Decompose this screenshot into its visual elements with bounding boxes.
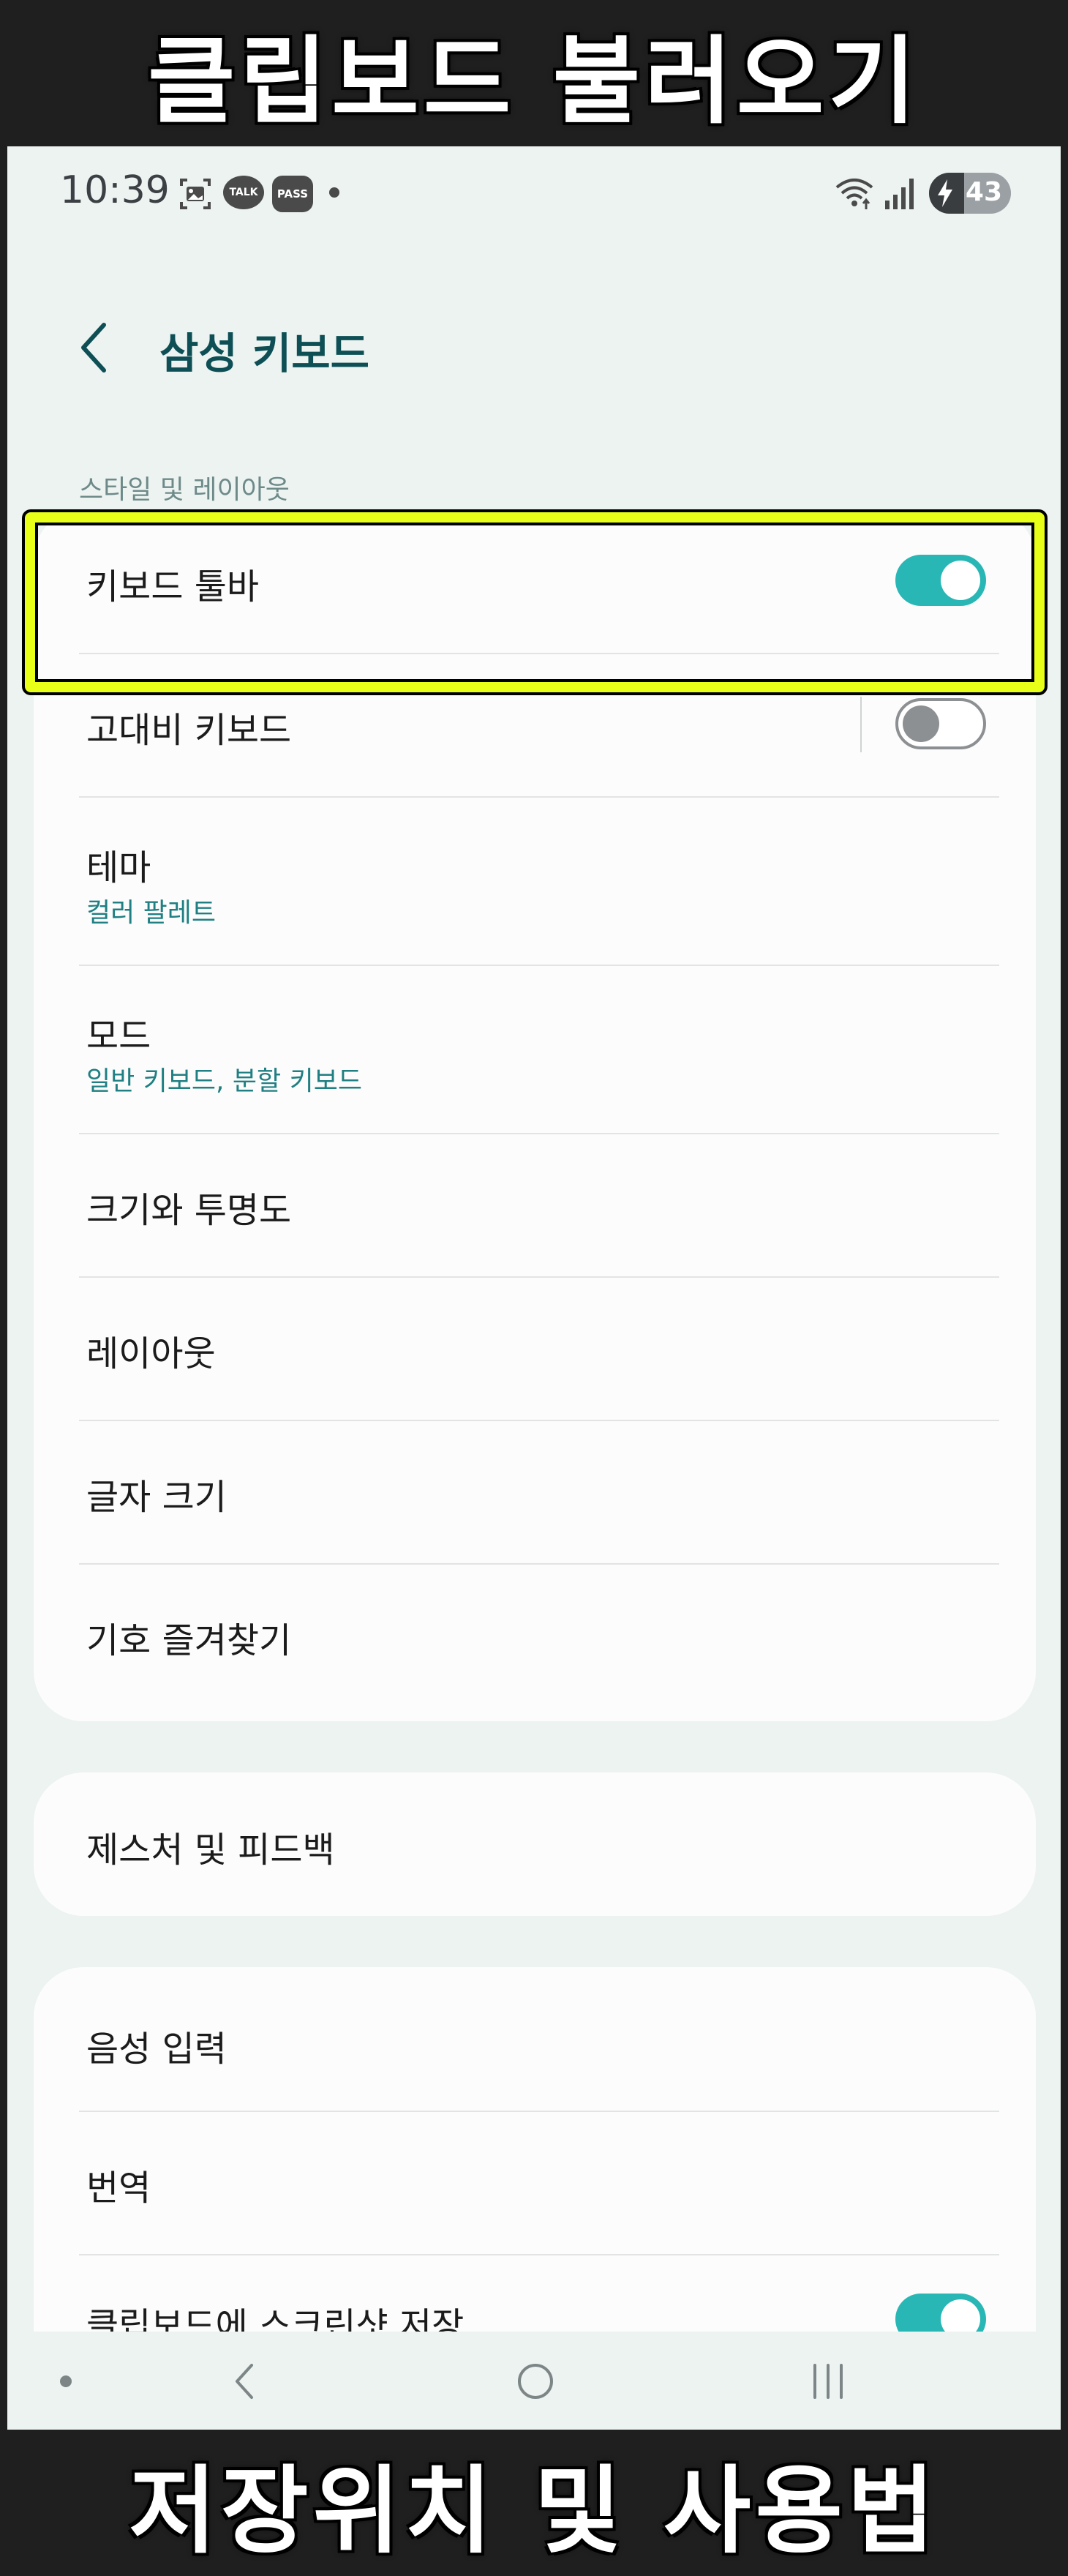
status-bar: 10:39 TALK PASS 43 — [7, 146, 1061, 242]
nav-recent-icon[interactable] — [808, 2361, 849, 2402]
setting-title: 레이아웃 — [86, 1333, 216, 1374]
section-header: 스타일 및 레이아웃 — [79, 475, 290, 505]
phone-screen: 10:39 TALK PASS 43 삼성 키보드 스타일 및 레이아웃 키보드… — [7, 146, 1061, 2430]
toggle-separator — [860, 697, 862, 752]
setting-title: 고대비 키보드 — [86, 710, 292, 751]
setting-title: 기호 즐겨찾기 — [86, 1620, 292, 1661]
wifi-icon — [835, 179, 873, 209]
bottom-banner: 저장위치 및 사용법 — [0, 2430, 1068, 2576]
setting-title: 음성 입력 — [86, 2029, 227, 2070]
setting-title: 모드 — [86, 1016, 151, 1057]
setting-title: 크기와 투명도 — [86, 1190, 292, 1231]
bottom-banner-text: 저장위치 및 사용법 — [129, 2455, 939, 2566]
top-banner: 클립보드 불러오기 — [0, 0, 1068, 146]
high-contrast-toggle[interactable] — [895, 698, 986, 749]
notification-dot-icon — [329, 187, 339, 198]
setting-row-translate[interactable]: 번역 — [34, 2112, 1036, 2254]
top-banner-text: 클립보드 불러오기 — [147, 26, 921, 137]
setting-row-voice[interactable]: 음성 입력 — [34, 1967, 1036, 2111]
battery-indicator: 43 — [929, 173, 1011, 214]
battery-level: 43 — [965, 177, 1002, 207]
settings-card-gesture: 제스처 및 피드백 — [34, 1772, 1036, 1916]
setting-row-mode[interactable]: 모드 일반 키보드, 분할 키보드 — [34, 966, 1036, 1133]
setting-title: 번역 — [86, 2168, 151, 2209]
signal-icon — [885, 179, 914, 209]
nav-back-icon[interactable] — [227, 2358, 263, 2405]
setting-title: 제스처 및 피드백 — [86, 1830, 335, 1871]
nav-dot-icon — [60, 2375, 72, 2387]
navigation-bar — [7, 2332, 1061, 2430]
setting-row-gesture[interactable]: 제스처 및 피드백 — [34, 1772, 1036, 1916]
gallery-icon — [180, 179, 211, 209]
nav-home-icon[interactable] — [515, 2361, 556, 2402]
pass-icon: PASS — [272, 176, 313, 212]
setting-row-font-size[interactable]: 글자 크기 — [34, 1421, 1036, 1563]
setting-subtitle: 컬러 팔레트 — [86, 898, 217, 928]
talk-icon: TALK — [223, 176, 264, 209]
setting-subtitle: 일반 키보드, 분할 키보드 — [86, 1066, 362, 1096]
setting-title: 테마 — [86, 847, 151, 888]
battery-bolt-icon — [938, 179, 952, 207]
setting-row-symbols[interactable]: 기호 즐겨찾기 — [34, 1565, 1036, 1721]
setting-row-size[interactable]: 크기와 투명도 — [34, 1134, 1036, 1276]
back-arrow-icon[interactable] — [72, 315, 116, 381]
highlight-box — [22, 509, 1048, 695]
status-time: 10:39 — [60, 168, 170, 212]
toggle-knob — [903, 705, 939, 742]
setting-title: 글자 크기 — [86, 1477, 227, 1518]
page-title: 삼성 키보드 — [159, 329, 369, 378]
setting-row-layout[interactable]: 레이아웃 — [34, 1278, 1036, 1420]
setting-row-theme[interactable]: 테마 컬러 팔레트 — [34, 798, 1036, 965]
